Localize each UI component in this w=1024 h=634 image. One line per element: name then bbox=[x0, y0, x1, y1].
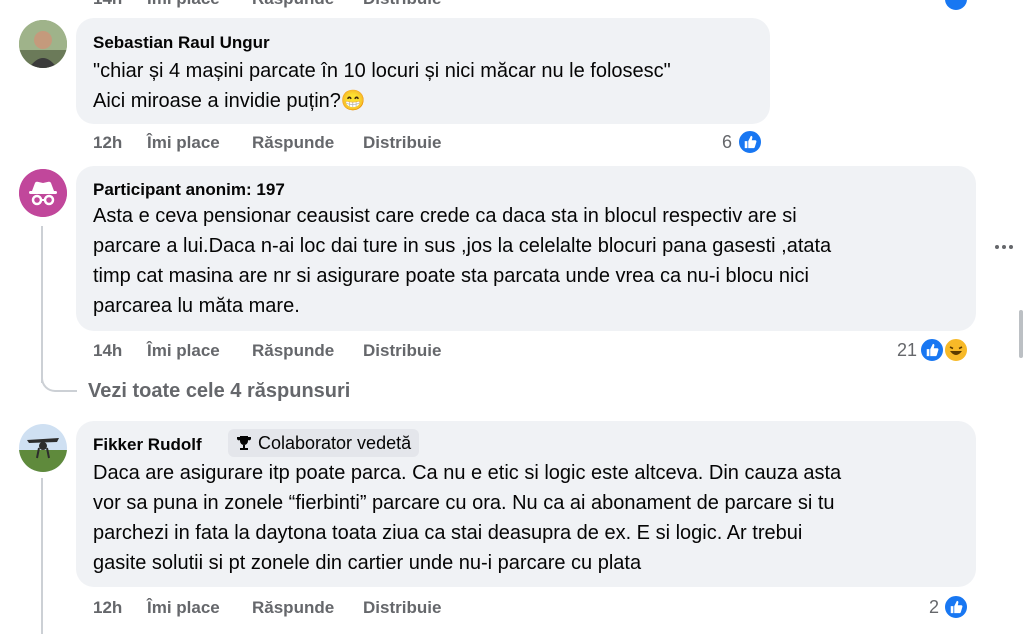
thread-line-curve bbox=[41, 370, 77, 392]
scrollbar-thumb[interactable] bbox=[1019, 310, 1023, 358]
share-link[interactable]: Distribuie bbox=[363, 598, 441, 618]
comment-text-line: timp cat masina are nr si asigurare poat… bbox=[93, 265, 809, 287]
comment-bubble: Participant anonim: 197 Asta e ceva pens… bbox=[76, 166, 976, 331]
share-link[interactable]: Distribuie bbox=[363, 0, 441, 9]
like-link[interactable]: Îmi place bbox=[147, 133, 220, 153]
like-link[interactable]: Îmi place bbox=[147, 598, 220, 618]
comment-text: Aici miroase a invidie puțin? bbox=[93, 90, 341, 112]
avatar[interactable] bbox=[19, 20, 67, 68]
comment-text-line: parcare a lui.Daca n-ai loc dai ture in … bbox=[93, 235, 832, 257]
like-reaction-icon[interactable] bbox=[943, 594, 969, 620]
comment-text-line: parcarea lu măta mare. bbox=[93, 295, 300, 317]
comment-text-line: Aici miroase a invidie puțin?😁 bbox=[93, 86, 366, 116]
comment-text-line: parchezi in fata la daytona toata ziua c… bbox=[93, 522, 803, 544]
reply-link[interactable]: Răspunde bbox=[252, 0, 334, 9]
reaction-count[interactable]: 21 bbox=[897, 340, 917, 361]
comment-text-line: vor sa puna in zonele “fierbinti” parcar… bbox=[93, 492, 835, 514]
comment-bubble: Fikker Rudolf Colaborator vedetă Daca ar… bbox=[76, 421, 976, 587]
comment-time[interactable]: 12h bbox=[93, 133, 122, 153]
comment-author[interactable]: Sebastian Raul Ungur bbox=[93, 33, 270, 53]
badge-label: Colaborator vedetă bbox=[258, 432, 412, 453]
anonymous-icon bbox=[19, 169, 67, 217]
share-link[interactable]: Distribuie bbox=[363, 133, 441, 153]
like-link[interactable]: Îmi place bbox=[147, 341, 220, 361]
comment-text-line: Daca are asigurare itp poate parca. Ca n… bbox=[93, 462, 842, 484]
reply-link[interactable]: Răspunde bbox=[252, 133, 334, 153]
comment-text-line: gasite solutii si pt zonele din cartier … bbox=[93, 552, 642, 574]
haha-reaction-icon[interactable] bbox=[943, 337, 969, 363]
reaction-count[interactable]: 6 bbox=[722, 132, 732, 153]
top-fan-badge[interactable]: Colaborator vedetă bbox=[228, 429, 420, 457]
comment-time[interactable]: 14h bbox=[93, 341, 122, 361]
more-horizontal-icon[interactable] bbox=[993, 240, 1017, 254]
comment-text-line: Asta e ceva pensionar ceausist care cred… bbox=[93, 205, 797, 227]
comment-text-line: "chiar și 4 mașini parcate în 10 locuri … bbox=[93, 60, 671, 82]
comment-time[interactable]: 12h bbox=[93, 598, 122, 618]
share-link[interactable]: Distribuie bbox=[363, 341, 441, 361]
avatar[interactable] bbox=[19, 424, 67, 472]
thread-line bbox=[41, 226, 43, 383]
comment-author[interactable]: Participant anonim: 197 bbox=[93, 180, 285, 200]
comment-actions: 14h Îmi place Răspunde Distribuie bbox=[93, 341, 493, 361]
comment-time: 14h bbox=[93, 0, 122, 9]
top-partial-actions: 14h Îmi place Răspunde Distribuie bbox=[93, 0, 493, 9]
avatar[interactable] bbox=[19, 169, 67, 217]
grin-emoji-icon: 😁 bbox=[340, 90, 366, 112]
trophy-icon bbox=[237, 436, 251, 450]
comment-bubble: Sebastian Raul Ungur "chiar și 4 mașini … bbox=[76, 18, 770, 124]
comment-actions: 12h Îmi place Răspunde Distribuie bbox=[93, 133, 493, 153]
like-link[interactable]: Îmi place bbox=[147, 0, 220, 9]
view-replies-link[interactable]: Vezi toate cele 4 răspunsuri bbox=[88, 380, 350, 403]
like-reaction-icon[interactable] bbox=[943, 0, 969, 12]
reply-link[interactable]: Răspunde bbox=[252, 598, 334, 618]
comment-author[interactable]: Fikker Rudolf bbox=[93, 435, 202, 455]
comment-actions: 12h Îmi place Răspunde Distribuie bbox=[93, 598, 493, 618]
like-reaction-icon[interactable] bbox=[737, 129, 763, 155]
reaction-count[interactable]: 2 bbox=[929, 597, 939, 618]
reply-link[interactable]: Răspunde bbox=[252, 341, 334, 361]
like-reaction-icon[interactable] bbox=[919, 337, 945, 363]
thread-line bbox=[41, 478, 43, 634]
